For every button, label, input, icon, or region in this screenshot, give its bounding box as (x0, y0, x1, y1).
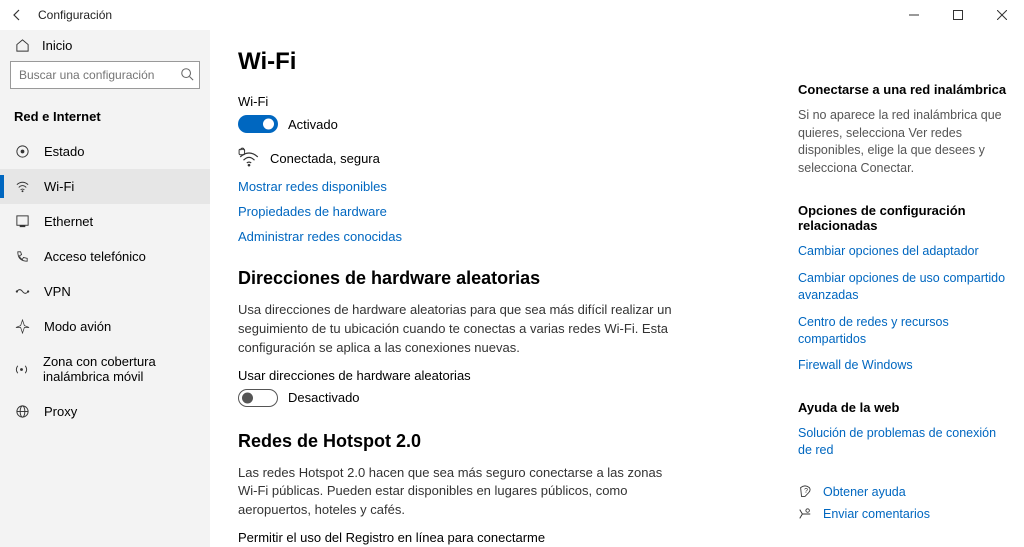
vpn-icon (14, 284, 30, 299)
airplane-icon (14, 319, 30, 334)
close-button[interactable] (980, 0, 1024, 30)
hardware-properties-link[interactable]: Propiedades de hardware (238, 204, 778, 219)
sidebar-item-hotspot[interactable]: Zona con cobertura inalámbrica móvil (0, 344, 210, 394)
dialup-icon (14, 249, 30, 264)
wifi-toggle[interactable] (238, 115, 278, 133)
troubleshoot-link[interactable]: Solución de problemas de conexión de red (798, 425, 1008, 459)
sidebar-item-label: Wi-Fi (44, 179, 74, 194)
webhelp-heading: Ayuda de la web (798, 400, 1008, 415)
related-heading: Opciones de configuración relacionadas (798, 203, 1008, 233)
home-label: Inicio (42, 38, 72, 53)
random-hw-toggle-label: Usar direcciones de hardware aleatorias (238, 368, 778, 383)
connect-text: Si no aparece la red inalámbrica que qui… (798, 107, 1008, 177)
feedback-icon (798, 507, 813, 521)
feedback-link[interactable]: Enviar comentarios (798, 507, 1008, 521)
hotspot-desc: Las redes Hotspot 2.0 hacen que sea más … (238, 464, 678, 521)
sidebar-item-airplane[interactable]: Modo avión (0, 309, 210, 344)
maximize-button[interactable] (936, 0, 980, 30)
sidebar-item-vpn[interactable]: VPN (0, 274, 210, 309)
wifi-icon (14, 179, 30, 194)
get-help-link[interactable]: ? Obtener ayuda (798, 485, 1008, 499)
sidebar-item-label: Acceso telefónico (44, 249, 146, 264)
sidebar-item-ethernet[interactable]: Ethernet (0, 204, 210, 239)
sidebar-item-label: VPN (44, 284, 71, 299)
status-icon (14, 144, 30, 159)
show-networks-link[interactable]: Mostrar redes disponibles (238, 179, 778, 194)
hotspot-toggle-label: Permitir el uso del Registro en línea pa… (238, 530, 778, 545)
ethernet-icon (14, 214, 30, 229)
sidebar-item-estado[interactable]: Estado (0, 134, 210, 169)
connection-status: Conectada, segura (270, 151, 380, 166)
minimize-button[interactable] (892, 0, 936, 30)
window-title: Configuración (38, 8, 112, 22)
random-hw-desc: Usa direcciones de hardware aleatorias p… (238, 301, 678, 358)
titlebar: Configuración (0, 0, 1024, 30)
page-title: Wi-Fi (238, 48, 778, 76)
sidebar-item-wifi[interactable]: Wi-Fi (0, 169, 210, 204)
help-icon: ? (798, 485, 813, 499)
search-input[interactable] (10, 61, 200, 89)
proxy-icon (14, 404, 30, 419)
connect-heading: Conectarse a una red inalámbrica (798, 82, 1008, 97)
back-button[interactable] (10, 8, 24, 22)
sidebar-item-label: Zona con cobertura inalámbrica móvil (43, 354, 196, 384)
search-icon (180, 67, 194, 81)
hotspot-heading: Redes de Hotspot 2.0 (238, 431, 778, 452)
sidebar-item-label: Proxy (44, 404, 77, 419)
sidebar: Inicio Red e Internet Estado Wi-Fi Ether… (0, 30, 210, 547)
random-hw-toggle[interactable] (238, 389, 278, 407)
sidebar-item-proxy[interactable]: Proxy (0, 394, 210, 429)
get-help-label: Obtener ayuda (823, 485, 906, 499)
search-input-wrap (10, 61, 200, 89)
wifi-toggle-label: Wi-Fi (238, 94, 778, 109)
wifi-secure-icon (238, 147, 260, 169)
svg-text:?: ? (804, 488, 808, 495)
wifi-toggle-state: Activado (288, 117, 338, 132)
feedback-label: Enviar comentarios (823, 507, 930, 521)
random-hw-toggle-state: Desactivado (288, 390, 360, 405)
firewall-link[interactable]: Firewall de Windows (798, 357, 1008, 374)
sidebar-item-label: Estado (44, 144, 84, 159)
sidebar-item-dialup[interactable]: Acceso telefónico (0, 239, 210, 274)
sidebar-item-label: Ethernet (44, 214, 93, 229)
sidebar-item-label: Modo avión (44, 319, 111, 334)
random-hw-heading: Direcciones de hardware aleatorias (238, 268, 778, 289)
network-center-link[interactable]: Centro de redes y recursos compartidos (798, 314, 1008, 348)
sharing-options-link[interactable]: Cambiar opciones de uso compartido avanz… (798, 270, 1008, 304)
adapter-options-link[interactable]: Cambiar opciones del adaptador (798, 243, 1008, 260)
home-button[interactable]: Inicio (0, 32, 210, 61)
sidebar-section-label: Red e Internet (0, 97, 210, 134)
home-icon (14, 38, 30, 53)
right-pane: Conectarse a una red inalámbrica Si no a… (798, 48, 1008, 547)
known-networks-link[interactable]: Administrar redes conocidas (238, 229, 778, 244)
hotspot-icon (14, 362, 29, 377)
